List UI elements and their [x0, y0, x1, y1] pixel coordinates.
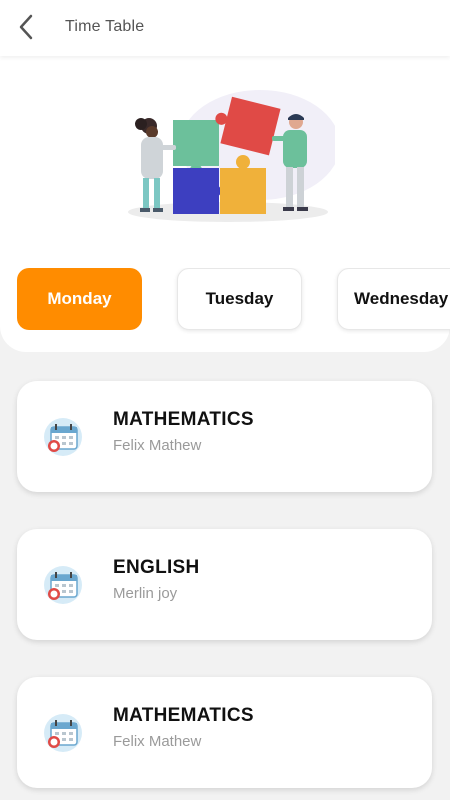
app-header: Time Table	[0, 0, 450, 56]
day-tab-wednesday[interactable]: Wednesday	[337, 268, 450, 330]
page-title: Time Table	[65, 18, 145, 35]
class-teacher: Merlin joy	[113, 585, 178, 602]
day-selector: Monday Tuesday Wednesday	[0, 268, 450, 334]
class-card[interactable]: ENGLISH Merlin joy	[17, 529, 432, 640]
class-subject: MATHEMATICS	[113, 705, 254, 726]
day-tab-tuesday[interactable]: Tuesday	[177, 268, 302, 330]
class-subject: ENGLISH	[113, 557, 200, 578]
calendar-icon	[44, 566, 82, 604]
calendar-icon	[44, 418, 82, 456]
back-arrow-icon	[19, 14, 33, 40]
day-tab-monday[interactable]: Monday	[17, 268, 142, 330]
class-card[interactable]: MATHEMATICS Felix Mathew	[17, 677, 432, 788]
class-teacher: Felix Mathew	[113, 437, 202, 454]
class-card[interactable]: MATHEMATICS Felix Mathew	[17, 381, 432, 492]
back-button[interactable]	[12, 12, 40, 42]
class-subject: MATHEMATICS	[113, 409, 254, 430]
class-teacher: Felix Mathew	[113, 733, 202, 750]
puzzle-team-illustration	[128, 90, 335, 222]
calendar-icon	[44, 714, 82, 752]
